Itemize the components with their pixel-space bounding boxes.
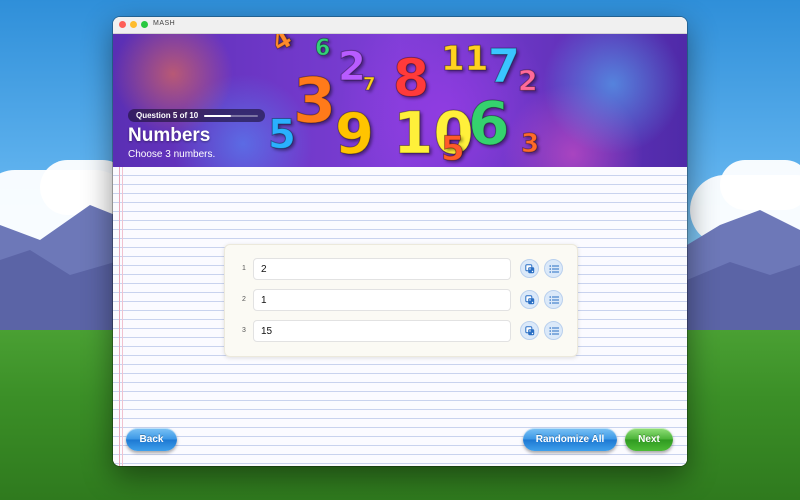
entry-number: 3 [242, 327, 246, 334]
entry-input-2[interactable] [253, 289, 511, 311]
choose-from-list-button[interactable] [544, 259, 563, 278]
progress-fill [204, 115, 231, 117]
entry-row-2: 2 [225, 289, 577, 311]
numbers-illustration: 4 6 2 7 3 8 11 7 5 9 10 5 6 2 3 [266, 34, 540, 170]
dice-icon [525, 295, 535, 305]
page-subtitle: Choose 3 numbers. [128, 149, 216, 160]
title-bar[interactable]: MASH [113, 17, 687, 34]
number-entries-card: 1 2 2 1 3 15 [224, 244, 578, 357]
randomize-entry-button[interactable] [520, 321, 539, 340]
entry-input-1[interactable] [253, 258, 511, 280]
page-title: Numbers [128, 125, 211, 146]
list-icon [549, 327, 559, 335]
next-button[interactable]: Next [625, 428, 673, 451]
randomize-all-button[interactable]: Randomize All [523, 428, 617, 451]
entry-input-3[interactable] [253, 320, 511, 342]
app-window: MASH 4 6 2 7 3 8 11 7 5 9 10 5 6 2 3 Que… [113, 17, 687, 466]
choose-from-list-button[interactable] [544, 290, 563, 309]
minimize-window-button[interactable] [130, 21, 137, 28]
entry-row-1: 1 [225, 258, 577, 280]
close-window-button[interactable] [119, 21, 126, 28]
question-progress-indicator: Question 5 of 10 [128, 109, 265, 122]
dice-icon [525, 326, 535, 336]
entry-number: 2 [242, 296, 246, 303]
progress-track [204, 115, 258, 117]
question-progress-label: Question 5 of 10 [136, 111, 199, 120]
list-icon [549, 296, 559, 304]
back-button[interactable]: Back [126, 428, 177, 451]
choose-from-list-button[interactable] [544, 321, 563, 340]
list-icon [549, 265, 559, 273]
randomize-entry-button[interactable] [520, 290, 539, 309]
paper-margin-line [122, 167, 123, 466]
dice-icon [525, 264, 535, 274]
zoom-window-button[interactable] [141, 21, 148, 28]
window-title: MASH [153, 20, 176, 27]
entry-row-3: 3 [225, 320, 577, 342]
header-banner: 4 6 2 7 3 8 11 7 5 9 10 5 6 2 3 Question… [113, 34, 687, 184]
randomize-entry-button[interactable] [520, 259, 539, 278]
entry-number: 1 [242, 265, 246, 272]
paper-margin-line [119, 167, 120, 466]
